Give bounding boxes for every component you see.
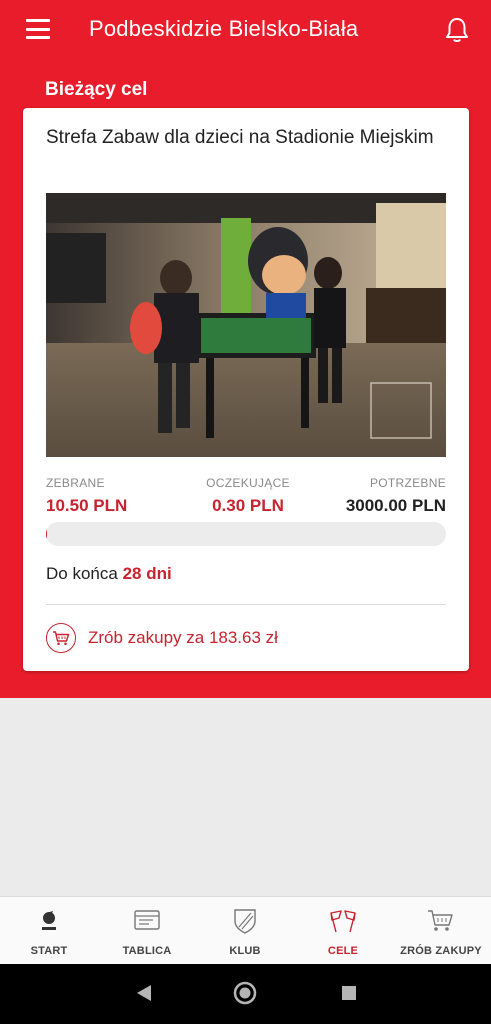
nav-club-label: KLUB <box>229 945 261 957</box>
league-logo-icon <box>42 911 56 930</box>
nav-start-label: START <box>30 945 68 957</box>
recents-icon[interactable] <box>342 986 356 1000</box>
system-nav-bar <box>0 964 491 1024</box>
needed-label: POTRZEBNE <box>369 476 446 490</box>
goal-title: Strefa Zabaw dla dzieci na Stadionie Mie… <box>46 127 434 148</box>
app-header: Podbeskidzie Bielsko-Biała <box>0 0 491 62</box>
collected-value: 10.50 PLN <box>46 496 128 515</box>
nav-goals[interactable]: CELE <box>294 897 392 965</box>
nav-club[interactable]: KLUB <box>196 897 294 965</box>
needed-value: 3000.00 PLN <box>345 496 446 515</box>
flags-icon <box>330 910 356 933</box>
menu-icon[interactable] <box>26 19 50 39</box>
nav-start[interactable]: START <box>0 897 98 965</box>
pending-stat: OCZEKUJĄCE 0.30 PLN <box>188 476 308 516</box>
club-shield-icon <box>234 909 256 934</box>
collected-stat: ZEBRANE 10.50 PLN <box>46 476 127 516</box>
pending-value: 0.30 PLN <box>212 496 284 515</box>
pending-label: OCZEKUJĄCE <box>206 476 290 490</box>
goal-progress-bar <box>46 522 446 546</box>
nav-board-label: TABLICA <box>122 945 172 957</box>
app-title: Podbeskidzie Bielsko-Biała <box>89 16 359 41</box>
divider <box>46 604 446 605</box>
cart-icon <box>46 623 76 653</box>
goal-stats: ZEBRANE 10.50 PLN OCZEKUJĄCE 0.30 PLN PO… <box>46 476 446 520</box>
shop-button[interactable]: Zrób zakupy za 183.63 zł <box>46 622 278 654</box>
nav-goals-label: CELE <box>327 945 359 957</box>
section-title: Bieżący cel <box>45 79 148 100</box>
nav-board[interactable]: TABLICA <box>98 897 196 965</box>
deadline-prefix: Do końca <box>46 564 118 583</box>
needed-stat: POTRZEBNE 3000.00 PLN <box>346 476 446 516</box>
cart-icon <box>428 910 453 931</box>
back-icon[interactable] <box>137 985 151 1001</box>
collected-label: ZEBRANE <box>46 476 105 490</box>
shop-label: Zrób zakupy za 183.63 zł <box>88 628 278 647</box>
deadline: Do końca 28 dni <box>46 564 172 584</box>
nav-shop-label: ZRÓB ZAKUPY <box>400 945 482 957</box>
goal-photo <box>46 193 446 457</box>
nav-shop[interactable]: ZRÓB ZAKUPY <box>392 897 490 965</box>
goal-progress-fill <box>46 522 48 546</box>
board-icon <box>134 910 160 930</box>
bottom-nav: START TABLICA KLUB CELE ZRÓB ZAKUPY <box>0 896 491 964</box>
bell-icon[interactable] <box>444 16 470 44</box>
deadline-value: 28 dni <box>122 564 172 583</box>
goal-card[interactable]: Strefa Zabaw dla dzieci na Stadionie Mie… <box>23 108 469 671</box>
